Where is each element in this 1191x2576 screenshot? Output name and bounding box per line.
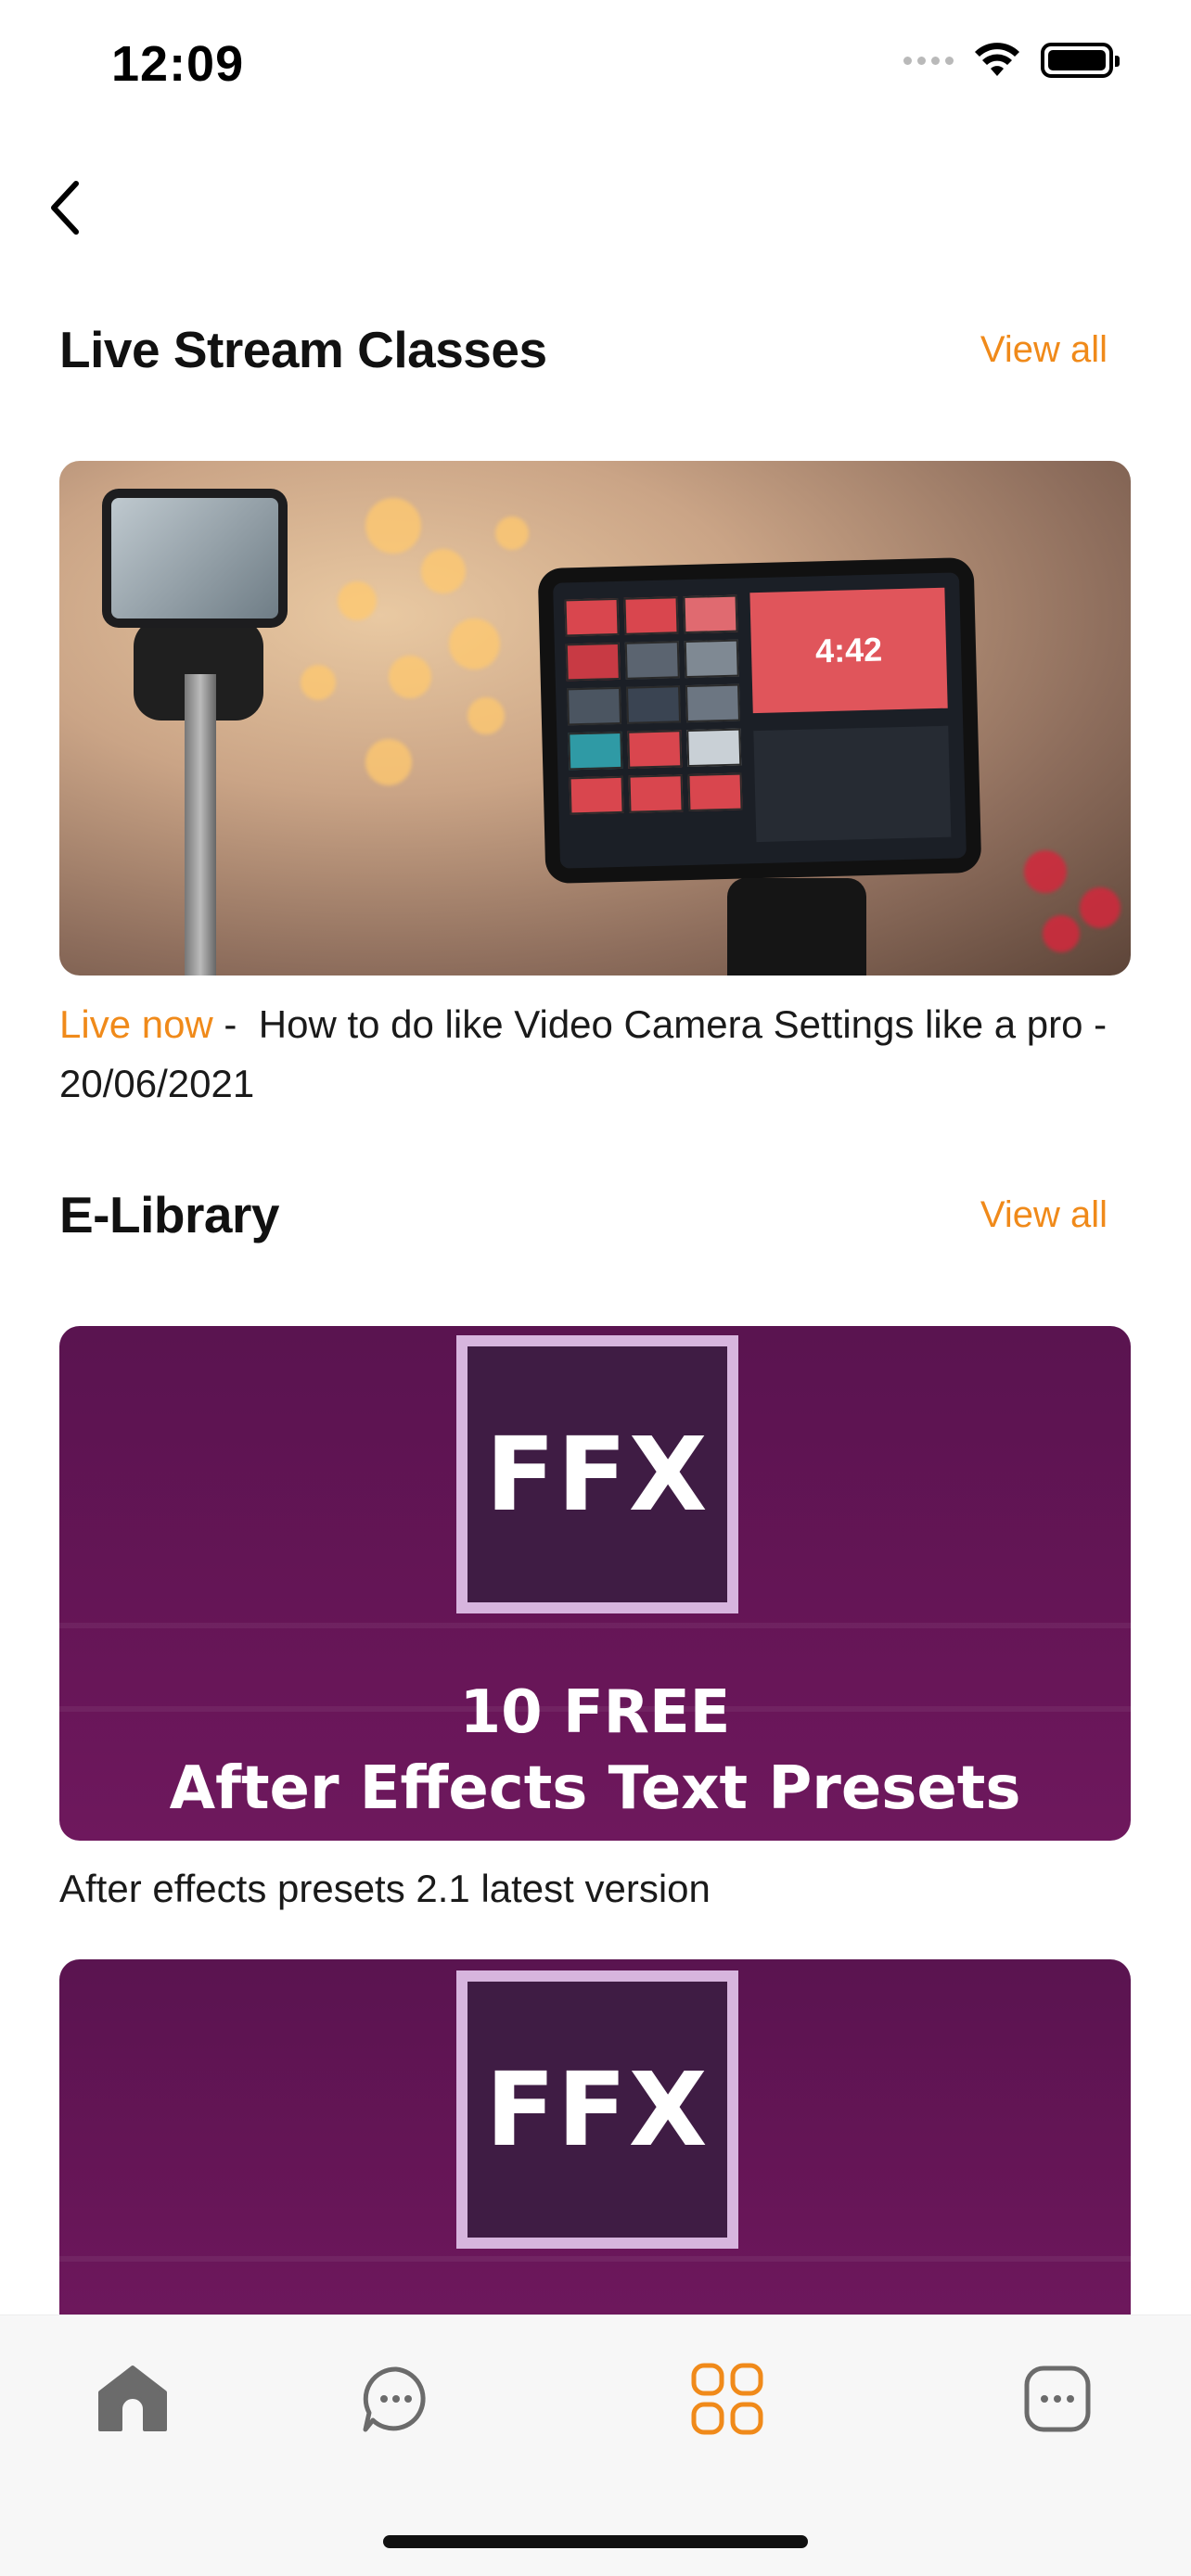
e-library-header: E-Library View all bbox=[59, 1185, 1108, 1244]
e-library-title: E-Library bbox=[59, 1186, 279, 1243]
e-library-view-all-link[interactable]: View all bbox=[980, 1194, 1108, 1236]
e-library-caption-1: After effects presets 2.1 latest version bbox=[59, 1867, 711, 1910]
battery-icon bbox=[1041, 43, 1120, 78]
ffx-logo: FFX bbox=[456, 1970, 738, 2249]
live-stream-header: Live Stream Classes View all bbox=[59, 320, 1108, 379]
live-stream-view-all-link[interactable]: View all bbox=[980, 329, 1108, 371]
home-indicator bbox=[383, 2535, 808, 2548]
tab-categories[interactable] bbox=[681, 2353, 774, 2445]
tab-more[interactable] bbox=[1011, 2353, 1104, 2445]
live-stream-title: Live Stream Classes bbox=[59, 321, 547, 378]
status-bar: 12:09 bbox=[0, 0, 1191, 139]
ffx-logo: FFX bbox=[456, 1335, 738, 1613]
e-library-thumbnail-1[interactable]: FFX 10 FREE After Effects Text Presets bbox=[59, 1326, 1131, 1841]
tab-messages[interactable] bbox=[350, 2353, 442, 2445]
live-stream-caption: Live now - How to do like Video Camera S… bbox=[59, 995, 1135, 1114]
e-library-thumbnail-2[interactable]: FFX bbox=[59, 1959, 1131, 2330]
live-now-label: Live now bbox=[59, 1002, 213, 1046]
ffx-badge-text: FFX bbox=[485, 2050, 710, 2169]
home-icon bbox=[98, 2366, 167, 2431]
status-time: 12:09 bbox=[111, 36, 245, 92]
promo-line-1: 10 FREE bbox=[459, 1678, 731, 1747]
promo-line-2: After Effects Text Presets bbox=[169, 1754, 1021, 1823]
bottom-tab-bar bbox=[0, 2315, 1191, 2576]
wifi-icon bbox=[975, 43, 1019, 76]
tab-home[interactable] bbox=[86, 2353, 179, 2445]
status-icons bbox=[903, 43, 1120, 78]
more-icon bbox=[1024, 2366, 1091, 2432]
live-stream-thumbnail[interactable]: 4:42 bbox=[59, 461, 1131, 976]
tablet-screen-time: 4:42 bbox=[749, 587, 948, 714]
chat-icon bbox=[363, 2366, 426, 2432]
chevron-left-icon bbox=[51, 181, 79, 235]
ffx-badge-text: FFX bbox=[485, 1415, 710, 1534]
cellular-signal-icon bbox=[903, 56, 954, 65]
back-button[interactable] bbox=[35, 174, 95, 241]
caption-separator: - bbox=[212, 1002, 249, 1046]
grid-icon bbox=[691, 2363, 763, 2435]
